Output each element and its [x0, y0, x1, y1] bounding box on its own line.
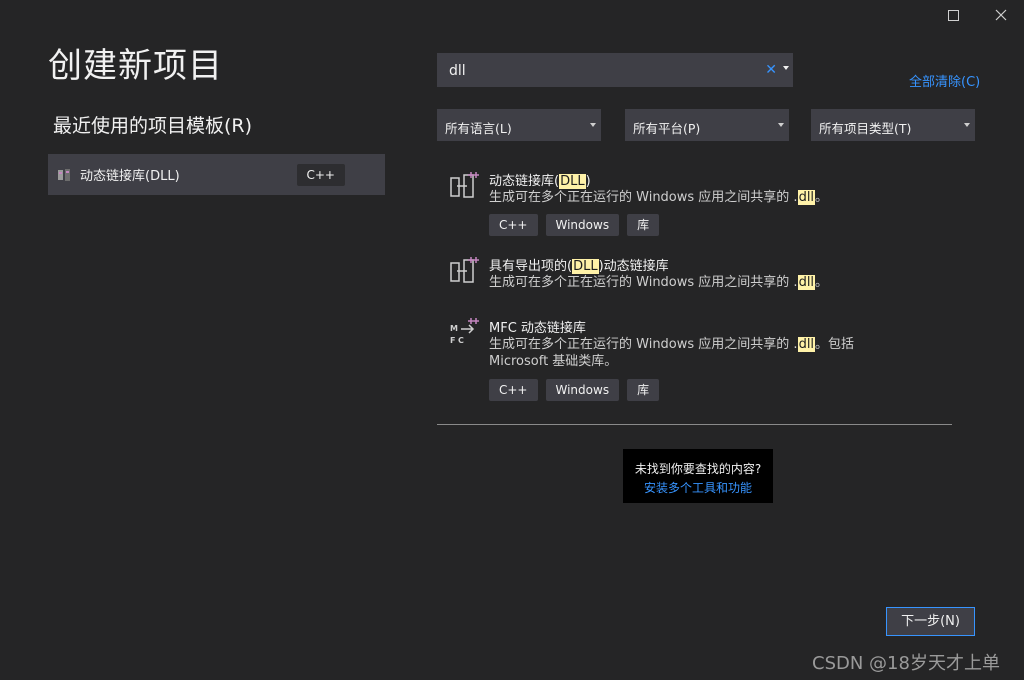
- chevron-down-icon: [778, 123, 784, 127]
- language-filter[interactable]: 所有语言(L): [437, 109, 601, 141]
- template-result[interactable]: 具有导出项的(DLL)动态链接库 生成可在多个正在运行的 Windows 应用之…: [447, 255, 927, 295]
- search-history-dropdown-icon[interactable]: [783, 66, 789, 70]
- search-input[interactable]: [447, 60, 751, 82]
- mfc-dll-project-icon: M F C: [450, 318, 479, 345]
- results-divider: [437, 424, 952, 425]
- maximize-icon: [947, 9, 959, 21]
- template-description: 生成可在多个正在运行的 Windows 应用之间共享的 .dll。包括: [489, 337, 855, 352]
- template-description: 生成可在多个正在运行的 Windows 应用之间共享的 .dll。: [489, 190, 829, 205]
- recent-template-item[interactable]: 动态链接库(DLL) C++: [48, 154, 385, 195]
- recent-templates-heading: 最近使用的项目模板(R): [53, 115, 253, 137]
- install-tools-link[interactable]: 安装多个工具和功能: [623, 479, 773, 496]
- template-search-box[interactable]: ✕: [437, 53, 793, 87]
- project-type-filter[interactable]: 所有项目类型(T): [811, 109, 975, 141]
- tag-chip: 库: [627, 379, 660, 401]
- template-name: 具有导出项的(DLL)动态链接库: [489, 259, 669, 274]
- dll-project-icon: [450, 172, 479, 198]
- template-description: 生成可在多个正在运行的 Windows 应用之间共享的 .dll。: [489, 275, 829, 290]
- platform-filter-value: 所有平台(P): [633, 121, 701, 136]
- tag-chip: Windows: [545, 214, 620, 236]
- svg-text:F: F: [450, 336, 455, 345]
- template-result[interactable]: 动态链接库(DLL) 生成可在多个正在运行的 Windows 应用之间共享的 .…: [447, 170, 927, 238]
- project-type-filter-value: 所有项目类型(T): [819, 121, 912, 136]
- template-name: 动态链接库(DLL): [489, 174, 591, 189]
- svg-text:C: C: [458, 336, 464, 345]
- template-tags: C++ Windows 库: [489, 214, 660, 236]
- next-button[interactable]: 下一步(N): [886, 607, 975, 636]
- dll-export-project-icon: [450, 257, 479, 283]
- watermark: CSDN @18岁天才上单: [812, 653, 1000, 674]
- chevron-down-icon: [964, 123, 970, 127]
- template-description-line2: Microsoft 基础类库。: [489, 354, 618, 369]
- tag-chip: 库: [627, 214, 660, 236]
- page-title: 创建新项目: [48, 46, 223, 86]
- template-name: MFC 动态链接库: [489, 321, 586, 336]
- svg-text:M: M: [450, 324, 458, 333]
- tag-chip: C++: [489, 214, 538, 236]
- tag-chip: C++: [489, 379, 538, 401]
- language-filter-value: 所有语言(L): [445, 121, 512, 136]
- not-found-box: 未找到你要查找的内容? 安装多个工具和功能: [623, 449, 773, 503]
- template-result[interactable]: M F C MFC 动态链接库 生成可在多个正在运行的 Windows 应用之间…: [447, 317, 927, 403]
- platform-filter[interactable]: 所有平台(P): [625, 109, 789, 141]
- recent-template-label: 动态链接库(DLL): [80, 169, 180, 184]
- clear-all-link[interactable]: 全部清除(C): [909, 71, 980, 90]
- dll-project-icon: [58, 168, 70, 181]
- chevron-down-icon: [590, 123, 596, 127]
- clear-search-icon[interactable]: ✕: [765, 62, 777, 78]
- tag-chip: Windows: [545, 379, 620, 401]
- close-icon: [995, 9, 1007, 21]
- not-found-question: 未找到你要查找的内容?: [634, 462, 762, 476]
- template-tags: C++ Windows 库: [489, 379, 660, 401]
- maximize-button[interactable]: [930, 0, 976, 30]
- language-tag: C++: [296, 164, 345, 186]
- close-button[interactable]: [978, 0, 1024, 30]
